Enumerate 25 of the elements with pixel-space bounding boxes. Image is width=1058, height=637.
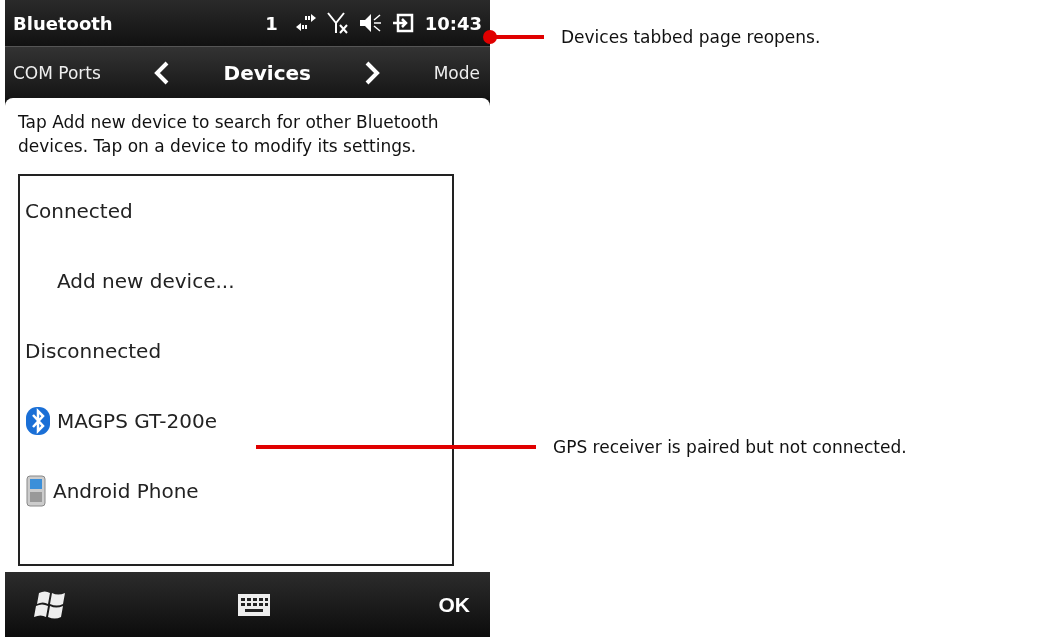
instruction-text: Tap Add new device to search for other Bluetooth devices. Tap on a device to modify its settings.	[18, 111, 440, 158]
power-plug-icon[interactable]	[391, 12, 416, 34]
device-item[interactable]: Android Phone	[53, 479, 199, 503]
section-header: Disconnected	[25, 339, 162, 363]
clock-time: 10:43	[424, 12, 482, 34]
annotation-text: Devices tabbed page reopens.	[561, 26, 821, 49]
tab[interactable]: Mode	[433, 62, 480, 83]
tab[interactable]: Devices	[223, 60, 311, 85]
section-header: Connected	[25, 199, 133, 223]
chevron-left-icon[interactable]	[154, 60, 171, 85]
ok-button[interactable]: OK	[438, 592, 470, 617]
notification-count: 1	[265, 12, 278, 34]
chevron-right-icon[interactable]	[364, 60, 381, 85]
annotation-text: GPS receiver is paired but not connected.	[553, 436, 907, 459]
tab[interactable]: COM Ports	[13, 62, 101, 83]
sync-arrows-icon[interactable]	[294, 13, 317, 33]
speaker-muted-icon[interactable]	[358, 12, 383, 34]
window-title: Bluetooth	[13, 12, 113, 34]
bluetooth-icon	[25, 406, 51, 436]
leader-line	[482, 29, 544, 45]
no-signal-icon[interactable]	[325, 11, 350, 35]
add-device-link[interactable]: Add new device...	[25, 269, 235, 293]
mobile-phone-icon	[25, 475, 47, 507]
device-item[interactable]: MAGPS GT-200e	[57, 409, 218, 433]
keyboard-icon[interactable]	[237, 593, 270, 616]
